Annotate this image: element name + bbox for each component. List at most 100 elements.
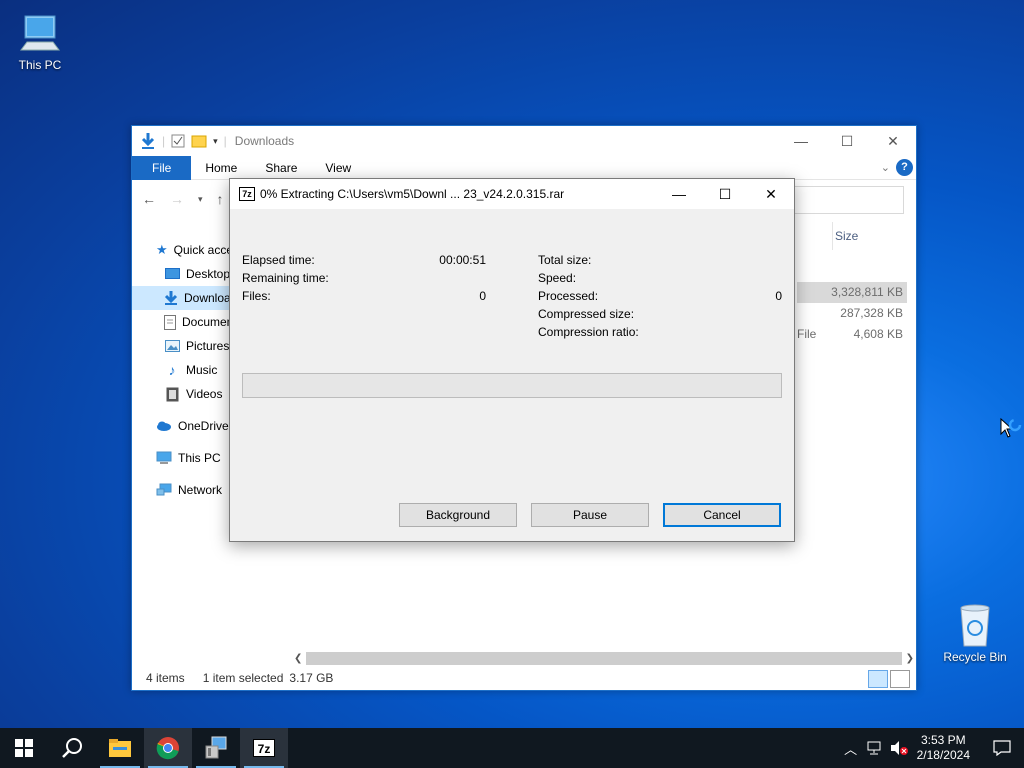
back-arrow-icon[interactable]: ← xyxy=(142,191,156,207)
search-button[interactable] xyxy=(48,728,96,768)
this-pc-icon xyxy=(20,15,60,51)
taskbar-clock[interactable]: 3:53 PM 2/18/2024 xyxy=(917,733,970,763)
up-arrow-icon[interactable]: ↑ xyxy=(217,191,224,207)
properties-icon[interactable] xyxy=(171,134,185,148)
maximize-button[interactable]: ☐ xyxy=(824,126,870,156)
ribbon-tabs: File Home Share View ⌄ ? xyxy=(132,155,916,180)
onedrive-icon xyxy=(156,418,172,434)
new-folder-icon[interactable] xyxy=(191,134,207,148)
download-arrow-icon xyxy=(141,133,155,149)
extract-progress-dialog: 7z 0% Extracting C:\Users\vm5\Downl ... … xyxy=(229,178,795,542)
music-folder-icon: ♪ xyxy=(168,362,176,378)
total-size-label: Total size: xyxy=(538,253,592,267)
close-button[interactable]: ✕ xyxy=(870,126,916,156)
taskbar-installer[interactable] xyxy=(192,728,240,768)
status-selected: 1 item selected xyxy=(202,671,284,685)
installer-icon xyxy=(205,736,227,759)
minimize-button[interactable]: — xyxy=(778,126,824,156)
background-button[interactable]: Background xyxy=(399,503,517,527)
file-row[interactable]: File 4,608 KB xyxy=(797,324,907,345)
pause-button[interactable]: Pause xyxy=(531,503,649,527)
volume-muted-icon[interactable] xyxy=(887,740,911,756)
taskbar: 7z ︿ 3:53 PM 2/18/2024 xyxy=(0,728,1024,768)
scrollbar-thumb[interactable] xyxy=(306,652,902,665)
documents-folder-icon xyxy=(164,314,176,330)
column-header-size[interactable]: Size xyxy=(832,222,907,250)
sidebar-item-desktop[interactable]: Desktop xyxy=(132,262,232,286)
desktop-icon-this-pc[interactable]: This PC xyxy=(0,10,80,72)
file-row[interactable]: 3,328,811 KB xyxy=(797,282,907,303)
dialog-titlebar: 7z 0% Extracting C:\Users\vm5\Downl ... … xyxy=(230,179,794,209)
explorer-titlebar: | ▾ | Downloads — ☐ ✕ xyxy=(132,126,916,156)
network-icon xyxy=(156,482,172,498)
forward-arrow-icon[interactable]: → xyxy=(170,191,184,207)
expand-ribbon-icon[interactable]: ⌄ xyxy=(881,161,890,174)
status-bar: 4 items 1 item selected 3.17 GB xyxy=(132,666,916,690)
taskbar-7zip[interactable]: 7z xyxy=(240,728,288,768)
scroll-right-icon[interactable]: ❯ xyxy=(906,653,914,664)
sidebar-item-music[interactable]: ♪ Music xyxy=(132,358,232,382)
chevron-down-icon[interactable]: ▾ xyxy=(213,136,218,147)
start-button[interactable] xyxy=(0,728,48,768)
notifications-icon[interactable] xyxy=(980,740,1024,756)
7zip-icon: 7z xyxy=(253,739,275,757)
chrome-icon xyxy=(156,737,179,760)
file-row[interactable]: 287,328 KB xyxy=(797,303,907,324)
navigation-pane: ★ Quick access Desktop Downloads Documen… xyxy=(132,238,232,502)
horizontal-scrollbar[interactable]: ❮ ❯ xyxy=(294,650,914,667)
7zip-app-icon: 7z xyxy=(239,187,255,201)
sidebar-item-this-pc[interactable]: This PC xyxy=(132,446,232,470)
elapsed-time-value: 00:00:51 xyxy=(439,253,486,267)
scroll-left-icon[interactable]: ❮ xyxy=(294,653,302,664)
processed-value: 0 xyxy=(775,289,782,303)
tab-view[interactable]: View xyxy=(311,156,365,180)
sidebar-item-videos[interactable]: Videos xyxy=(132,382,232,406)
network-status-icon[interactable] xyxy=(863,741,887,755)
sidebar-item-quick-access[interactable]: ★ Quick access xyxy=(132,238,232,262)
tab-share[interactable]: Share xyxy=(251,156,311,180)
chevron-up-icon[interactable]: ︿ xyxy=(839,739,863,758)
details-view-icon[interactable] xyxy=(868,670,888,688)
recycle-bin-icon xyxy=(960,604,990,647)
star-icon: ★ xyxy=(156,242,168,257)
desktop-folder-icon xyxy=(164,266,180,282)
dialog-title: 0% Extracting C:\Users\vm5\Downl ... 23_… xyxy=(260,187,565,201)
remaining-time-label: Remaining time: xyxy=(242,271,329,285)
sidebar-item-pictures[interactable]: Pictures xyxy=(132,334,232,358)
speed-label: Speed: xyxy=(538,271,577,285)
desktop-icon-label: Recycle Bin xyxy=(943,650,1007,664)
processed-label: Processed: xyxy=(538,289,599,303)
maximize-button[interactable]: ☐ xyxy=(702,179,748,209)
extract-progress-bar xyxy=(242,373,782,398)
pictures-folder-icon xyxy=(164,338,180,354)
sidebar-item-documents[interactable]: Documents xyxy=(132,310,232,334)
cancel-button[interactable]: Cancel xyxy=(663,503,781,527)
clock-time: 3:53 PM xyxy=(920,733,966,747)
files-label: Files: xyxy=(242,289,271,303)
search-box[interactable] xyxy=(792,186,904,214)
desktop-icon-recycle-bin[interactable]: Recycle Bin xyxy=(935,602,1015,664)
recent-chevron-icon[interactable]: ▾ xyxy=(198,194,203,205)
taskbar-file-explorer[interactable] xyxy=(96,728,144,768)
close-button[interactable]: ✕ xyxy=(748,179,794,209)
window-title: Downloads xyxy=(234,134,295,148)
sidebar-item-network[interactable]: Network xyxy=(132,478,232,502)
start-icon xyxy=(15,739,33,757)
status-size: 3.17 GB xyxy=(289,671,334,685)
large-icons-view-icon[interactable] xyxy=(890,670,910,688)
tab-file[interactable]: File xyxy=(132,155,192,180)
taskbar-chrome[interactable] xyxy=(144,728,192,768)
videos-folder-icon xyxy=(164,386,180,402)
minimize-button[interactable]: — xyxy=(656,179,702,209)
clock-date: 2/18/2024 xyxy=(916,748,970,762)
compressed-size-label: Compressed size: xyxy=(538,307,635,321)
help-icon[interactable]: ? xyxy=(896,159,913,176)
busy-cursor-icon xyxy=(1000,418,1022,438)
this-pc-icon xyxy=(156,450,172,466)
tab-home[interactable]: Home xyxy=(191,156,251,180)
files-value: 0 xyxy=(479,289,486,303)
file-explorer-icon xyxy=(109,739,131,757)
sidebar-item-downloads[interactable]: Downloads xyxy=(132,286,232,310)
sidebar-item-onedrive[interactable]: OneDrive xyxy=(132,414,232,438)
desktop-icon-label: This PC xyxy=(18,58,62,72)
